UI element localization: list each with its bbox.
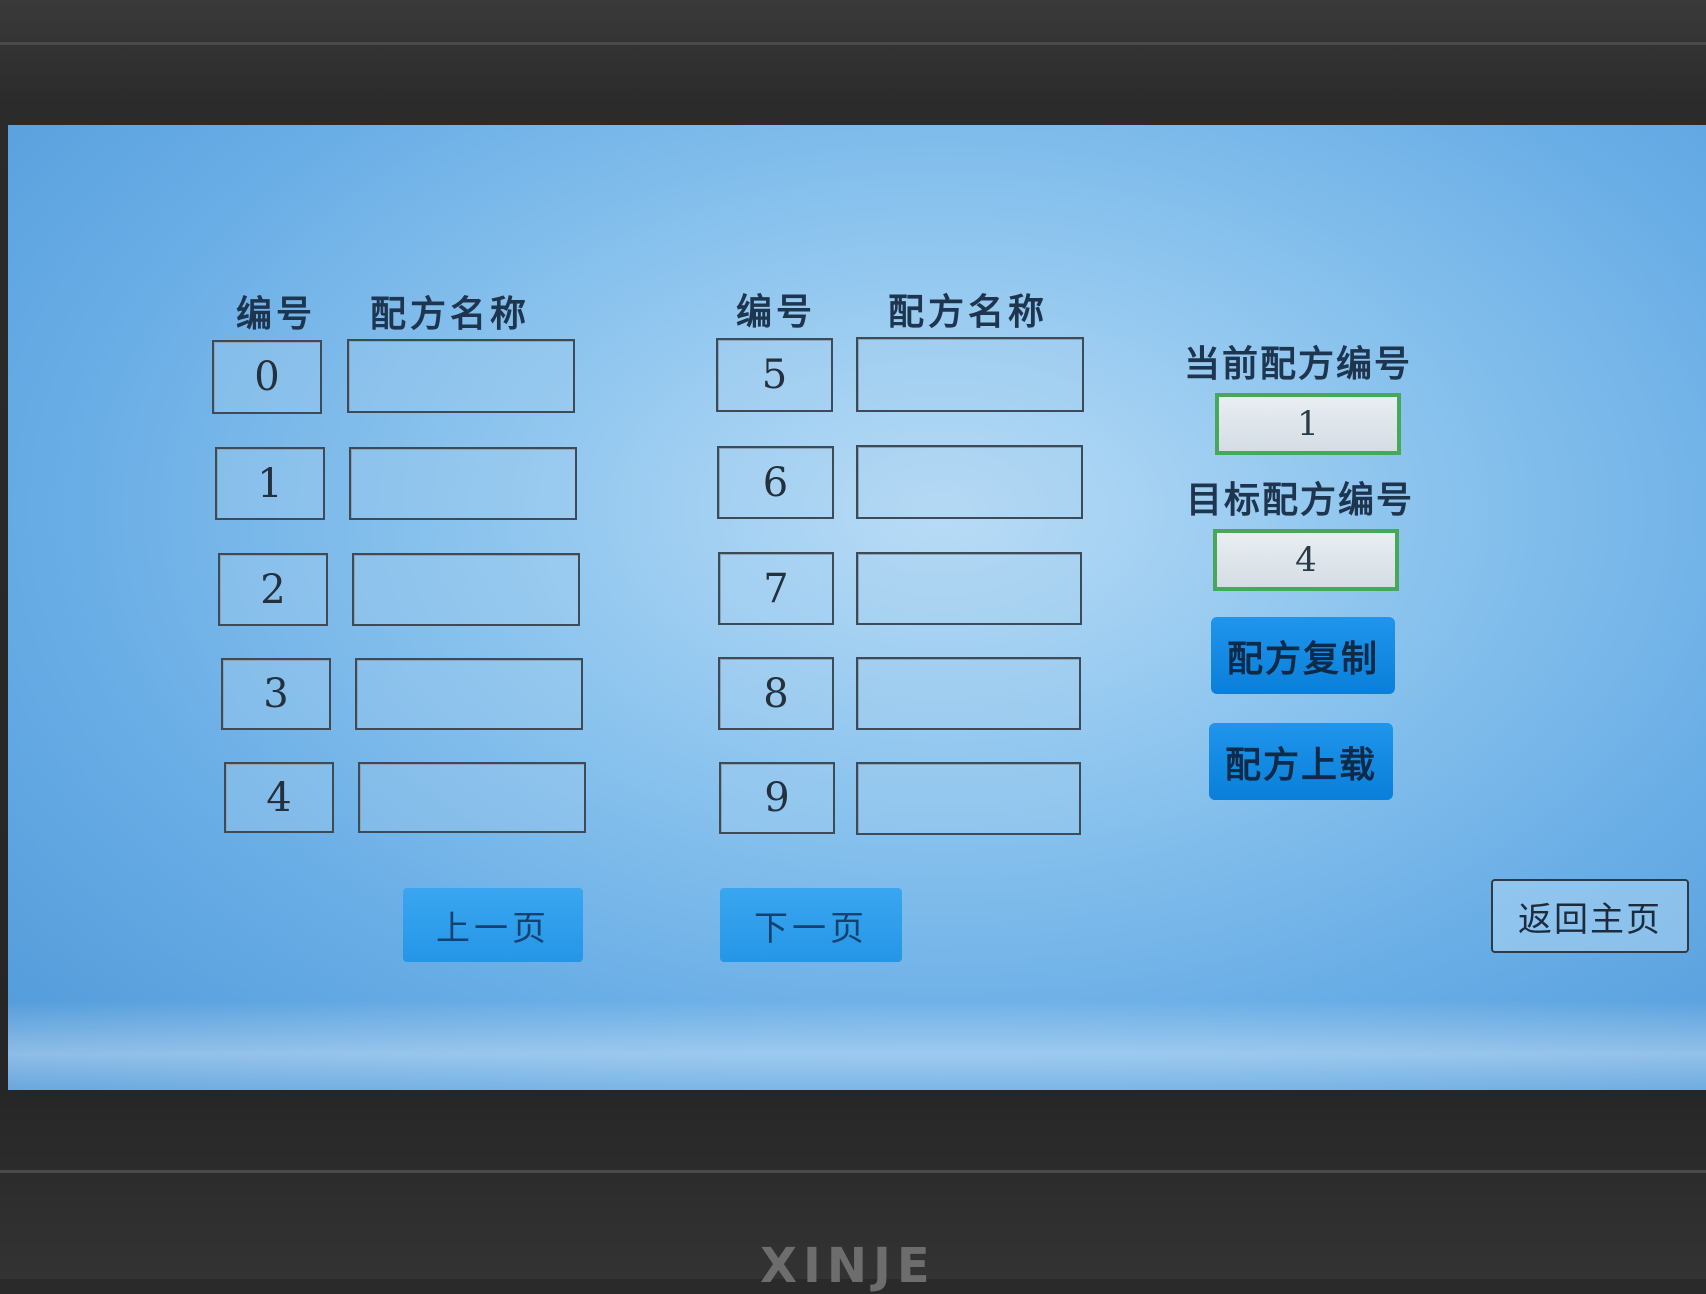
recipe-name-2[interactable] bbox=[352, 553, 580, 626]
recipe-name-9[interactable] bbox=[856, 762, 1081, 835]
hmi-screen: 编号 配方名称 0 1 2 3 4 编号 配方名称 5 6 7 8 9 当前配方… bbox=[8, 125, 1706, 1090]
recipe-copy-button[interactable]: 配方复制 bbox=[1211, 617, 1395, 694]
recipe-name-1[interactable] bbox=[349, 447, 577, 520]
current-recipe-label: 当前配方编号 bbox=[1184, 343, 1413, 385]
brand-logo: XINJE bbox=[760, 1238, 936, 1294]
recipe-name-5[interactable] bbox=[856, 337, 1084, 412]
target-recipe-field[interactable]: 4 bbox=[1213, 529, 1399, 591]
recipe-number-6[interactable]: 6 bbox=[717, 446, 834, 519]
recipe-number-3[interactable]: 3 bbox=[221, 658, 331, 730]
recipe-number-1[interactable]: 1 bbox=[215, 447, 325, 520]
recipe-number-8[interactable]: 8 bbox=[718, 657, 834, 730]
recipe-number-5[interactable]: 5 bbox=[716, 338, 833, 412]
current-recipe-field[interactable]: 1 bbox=[1215, 393, 1401, 455]
right-name-header: 配方名称 bbox=[888, 291, 1049, 333]
bezel-bottom-edge bbox=[0, 1170, 1706, 1173]
recipe-number-0[interactable]: 0 bbox=[212, 340, 322, 414]
recipe-number-4[interactable]: 4 bbox=[224, 762, 334, 833]
recipe-name-6[interactable] bbox=[856, 445, 1083, 519]
screen-background-floor bbox=[8, 1000, 1706, 1090]
target-recipe-label: 目标配方编号 bbox=[1186, 479, 1415, 521]
recipe-name-7[interactable] bbox=[856, 552, 1082, 625]
recipe-name-4[interactable] bbox=[358, 762, 586, 833]
left-name-header: 配方名称 bbox=[370, 293, 531, 335]
recipe-name-3[interactable] bbox=[355, 658, 583, 730]
bezel-top-edge bbox=[0, 42, 1706, 45]
recipe-name-0[interactable] bbox=[347, 339, 575, 413]
right-number-header: 编号 bbox=[736, 291, 817, 333]
recipe-name-8[interactable] bbox=[856, 657, 1081, 730]
prev-page-button[interactable]: 上一页 bbox=[403, 888, 583, 962]
recipe-number-2[interactable]: 2 bbox=[218, 553, 328, 626]
return-home-button[interactable]: 返回主页 bbox=[1491, 879, 1689, 953]
left-number-header: 编号 bbox=[236, 293, 317, 335]
recipe-number-9[interactable]: 9 bbox=[719, 762, 835, 834]
recipe-upload-button[interactable]: 配方上载 bbox=[1209, 723, 1393, 800]
next-page-button[interactable]: 下一页 bbox=[720, 888, 902, 962]
recipe-number-7[interactable]: 7 bbox=[718, 552, 834, 625]
